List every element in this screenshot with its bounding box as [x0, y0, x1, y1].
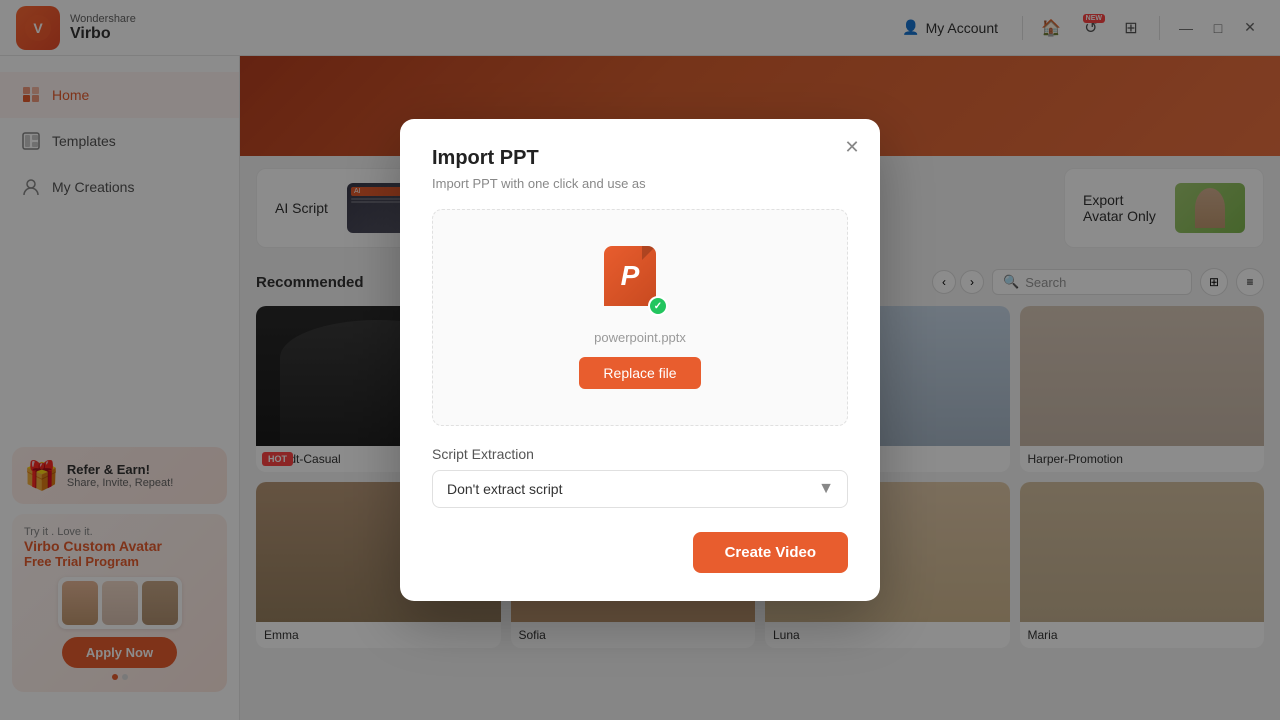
replace-file-button[interactable]: Replace file	[579, 357, 700, 389]
ppt-file-icon: P ✓	[604, 246, 676, 318]
file-drop-zone[interactable]: P ✓ powerpoint.pptx Replace file	[432, 209, 848, 426]
modal-footer: Create Video	[432, 532, 848, 573]
create-video-button[interactable]: Create Video	[693, 532, 848, 573]
modal-close-button[interactable]: ✕	[838, 133, 866, 161]
script-extraction-label: Script Extraction	[432, 446, 848, 462]
modal-title: Import PPT	[432, 147, 848, 170]
import-ppt-modal: ✕ Import PPT Import PPT with one click a…	[400, 119, 880, 601]
script-dropdown-value: Don't extract script	[447, 481, 563, 497]
script-select-wrapper: Don't extract script ▼	[432, 470, 848, 508]
file-name-label: powerpoint.pptx	[594, 330, 686, 345]
modal-overlay[interactable]: ✕ Import PPT Import PPT with one click a…	[0, 0, 1280, 720]
script-dropdown[interactable]: Don't extract script	[432, 470, 848, 508]
modal-subtitle: Import PPT with one click and use as	[432, 176, 848, 191]
